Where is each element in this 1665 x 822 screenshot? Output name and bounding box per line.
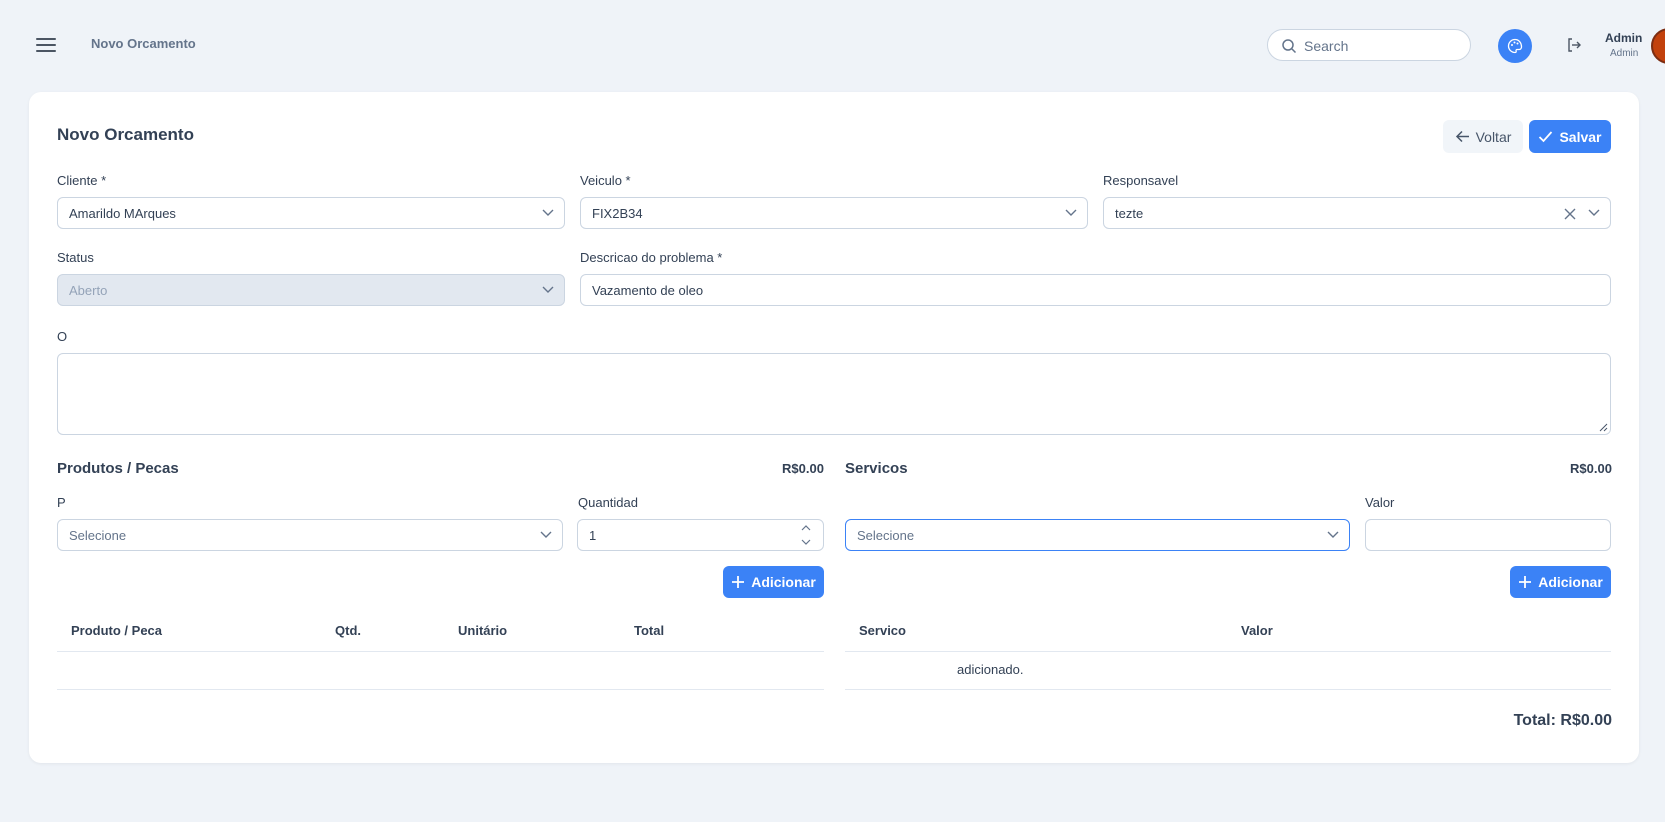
user-name: Admin (1605, 31, 1643, 45)
quantidade-label: Quantidad (578, 495, 638, 510)
add-servico-button[interactable]: Adicionar (1510, 566, 1611, 598)
descricao-value: Vazamento de oleo (592, 283, 704, 298)
servicos-col-servico: Servico (859, 623, 906, 638)
observacoes-label: O (57, 329, 68, 344)
add-produto-button[interactable]: Adicionar (723, 566, 824, 598)
clear-icon[interactable] (1564, 208, 1576, 220)
check-icon (1539, 131, 1553, 143)
chevron-down-icon (1065, 209, 1077, 216)
servicos-header-divider (845, 651, 1611, 652)
veiculo-value: FIX2B34 (592, 206, 643, 221)
cliente-label: Cliente * (57, 173, 107, 188)
produto-label: P (57, 495, 66, 510)
servicos-row-divider (845, 689, 1611, 690)
search-input[interactable] (1302, 35, 1466, 57)
veiculo-label: Veiculo * (580, 173, 631, 188)
quantidade-stepper[interactable]: 1 (577, 519, 824, 551)
top-bar: Novo Orcamento Admin Admin (0, 0, 1665, 90)
spinner-arrows-icon[interactable] (801, 524, 811, 546)
chevron-down-icon (542, 286, 554, 293)
produtos-subtotal: R$0.00 (782, 461, 824, 476)
breadcrumb: Novo Orcamento (91, 36, 196, 51)
back-label: Voltar (1475, 128, 1512, 145)
page-title: Novo Orcamento (57, 125, 194, 144)
servico-placeholder: Selecione (857, 528, 915, 543)
produto-select[interactable]: Selecione (57, 519, 563, 551)
produtos-col-total: Total (634, 623, 665, 638)
cliente-value: Amarildo MArques (69, 206, 176, 221)
descricao-input[interactable]: Vazamento de oleo (580, 274, 1611, 306)
save-button[interactable]: Salvar (1529, 120, 1611, 153)
hamburger-menu-icon[interactable] (34, 34, 58, 56)
responsavel-label: Responsavel (1103, 173, 1179, 188)
valor-label: Valor (1365, 495, 1395, 510)
produtos-title: Produtos / Pecas (57, 460, 179, 477)
user-role: Admin (1610, 48, 1639, 59)
chevron-down-icon (542, 209, 554, 216)
avatar[interactable] (1651, 28, 1665, 64)
chevron-down-icon (540, 531, 552, 538)
servicos-subtotal: R$0.00 (1570, 461, 1612, 476)
palette-button[interactable] (1498, 29, 1532, 63)
chevron-down-icon (1588, 209, 1600, 216)
palette-icon (1507, 38, 1523, 54)
descricao-label: Descricao do problema * (580, 250, 723, 265)
save-label: Salvar (1559, 128, 1602, 145)
servico-select[interactable]: Selecione (845, 519, 1350, 551)
produtos-col-qtd: Qtd. (335, 623, 361, 638)
grand-total: Total: R$0.00 (1513, 712, 1612, 729)
responsavel-select[interactable]: tezte (1103, 197, 1611, 229)
quantidade-value: 1 (589, 528, 597, 543)
chevron-down-icon (1327, 531, 1339, 538)
cliente-select[interactable]: Amarildo MArques (57, 197, 565, 229)
servicos-title: Servicos (845, 460, 908, 477)
servicos-col-valor: Valor (1241, 623, 1273, 638)
status-select: Aberto (57, 274, 565, 306)
produtos-col-produto: Produto / Peca (71, 623, 163, 638)
back-button[interactable]: Voltar (1443, 120, 1523, 153)
valor-input[interactable] (1365, 519, 1611, 551)
produtos-row-divider (57, 689, 824, 690)
resize-handle-icon[interactable] (1599, 423, 1608, 432)
search-icon (1282, 39, 1297, 54)
produtos-header-divider (57, 651, 824, 652)
produtos-col-unitario: Unitário (458, 623, 508, 638)
arrow-left-icon (1455, 130, 1469, 143)
responsavel-value: tezte (1115, 206, 1144, 221)
add-produto-label: Adicionar (751, 574, 816, 590)
plus-icon (1519, 576, 1532, 588)
observacoes-textarea[interactable] (57, 353, 1611, 435)
plus-icon (732, 576, 745, 588)
veiculo-select[interactable]: FIX2B34 (580, 197, 1088, 229)
produto-placeholder: Selecione (69, 528, 127, 543)
status-value: Aberto (69, 283, 108, 298)
logout-icon[interactable] (1565, 36, 1583, 59)
servicos-empty-message: adicionado. (957, 662, 1024, 677)
add-servico-label: Adicionar (1538, 574, 1603, 590)
search-box[interactable] (1267, 29, 1471, 61)
status-label: Status (57, 250, 94, 265)
